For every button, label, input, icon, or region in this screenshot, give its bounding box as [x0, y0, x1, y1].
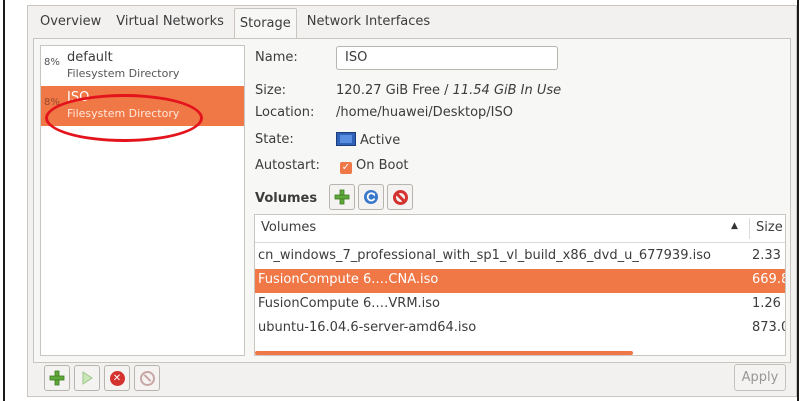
volume-name: cn_windows_7_professional_with_sp1_vl_bu… — [258, 248, 711, 263]
column-header-volumes[interactable]: Volumes — [261, 220, 316, 235]
play-icon — [82, 371, 93, 385]
pool-type: Filesystem Directory — [67, 107, 180, 120]
table-row[interactable]: FusionCompute 6.…CNA.iso 669.8 — [255, 269, 785, 293]
left-frame-border — [3, 0, 5, 401]
autostart-label: Autostart: — [255, 158, 320, 173]
table-row[interactable]: ubuntu-16.04.6-server-amd64.iso 873.0 — [255, 317, 785, 341]
volume-size: 873.0 — [752, 320, 786, 335]
autostart-checkbox[interactable]: ✓ On Boot — [340, 158, 409, 174]
size-free: 120.27 GiB Free / — [336, 83, 453, 98]
delete-volume-button[interactable] — [387, 184, 413, 210]
checkbox-check-icon: ✓ — [340, 162, 352, 174]
volume-size: 1.26 ( — [752, 296, 785, 311]
plus-icon — [49, 370, 65, 386]
pool-usage: 8% — [44, 97, 60, 108]
delete-icon — [139, 370, 155, 386]
volumes-title: Volumes — [255, 191, 318, 206]
autostart-text: On Boot — [356, 158, 409, 173]
tab-bar: Overview Virtual Networks Storage Networ… — [28, 6, 435, 39]
apply-button[interactable]: Apply — [734, 364, 786, 391]
stop-icon: ✕ — [109, 370, 125, 386]
right-frame-border — [797, 0, 799, 401]
tab-storage[interactable]: Storage — [233, 8, 297, 39]
table-row[interactable]: FusionCompute 6.…VRM.iso 1.26 ( — [255, 293, 785, 317]
column-separator — [749, 218, 750, 239]
horizontal-scrollbar[interactable] — [255, 351, 633, 355]
tab-overview[interactable]: Overview — [35, 6, 106, 38]
pool-usage: 8% — [44, 57, 60, 68]
pool-name: default — [67, 50, 113, 65]
volume-size: 2.33 ( — [752, 248, 785, 263]
stop-pool-button[interactable]: ✕ — [104, 365, 130, 391]
tab-network-interfaces[interactable]: Network Interfaces — [302, 6, 435, 38]
pool-name-field[interactable]: ISO — [336, 46, 558, 70]
refresh-volumes-button[interactable] — [358, 184, 384, 210]
name-label: Name: — [255, 50, 298, 65]
storage-pool-list[interactable]: 8% default Filesystem Directory 8% ISO F… — [40, 45, 245, 356]
state-text: Active — [360, 133, 401, 148]
add-pool-button[interactable] — [44, 365, 70, 391]
column-header-size[interactable]: Size — [756, 220, 783, 235]
connection-details-window: Overview Virtual Networks Storage Networ… — [27, 5, 797, 397]
volume-name: ubuntu-16.04.6-server-amd64.iso — [258, 320, 477, 335]
volume-name: FusionCompute 6.…VRM.iso — [258, 296, 441, 311]
tab-virtual-networks[interactable]: Virtual Networks — [111, 6, 229, 38]
volume-size: 669.8 — [752, 272, 786, 287]
pool-name: ISO — [67, 90, 90, 105]
volume-name: FusionCompute 6.…CNA.iso — [258, 272, 439, 287]
add-volume-button[interactable] — [329, 184, 355, 210]
delete-icon — [392, 189, 408, 205]
pool-item-default[interactable]: 8% default Filesystem Directory — [41, 46, 244, 86]
storage-panel: 8% default Filesystem Directory 8% ISO F… — [33, 38, 791, 363]
delete-pool-button[interactable] — [134, 365, 160, 391]
size-value: 120.27 GiB Free / 11.54 GiB In Use — [336, 83, 561, 98]
sort-ascending-icon: ▲ — [731, 221, 738, 231]
state-value: Active — [336, 132, 400, 148]
pool-item-iso[interactable]: 8% ISO Filesystem Directory — [41, 86, 244, 126]
refresh-icon — [364, 190, 378, 204]
volumes-table[interactable]: Volumes ▲ Size cn_windows_7_professional… — [254, 214, 786, 356]
monitor-icon — [336, 132, 356, 146]
table-row[interactable]: cn_windows_7_professional_with_sp1_vl_bu… — [255, 245, 785, 269]
table-header: Volumes ▲ Size — [255, 215, 785, 243]
size-used: 11.54 GiB In Use — [452, 83, 562, 98]
state-label: State: — [255, 132, 294, 147]
start-pool-button[interactable] — [74, 365, 100, 391]
plus-icon — [334, 189, 350, 205]
size-label: Size: — [255, 83, 287, 98]
location-value: /home/huawei/Desktop/ISO — [336, 105, 513, 120]
pool-type: Filesystem Directory — [67, 67, 180, 80]
location-label: Location: — [255, 105, 315, 120]
pool-name-value: ISO — [345, 50, 368, 65]
